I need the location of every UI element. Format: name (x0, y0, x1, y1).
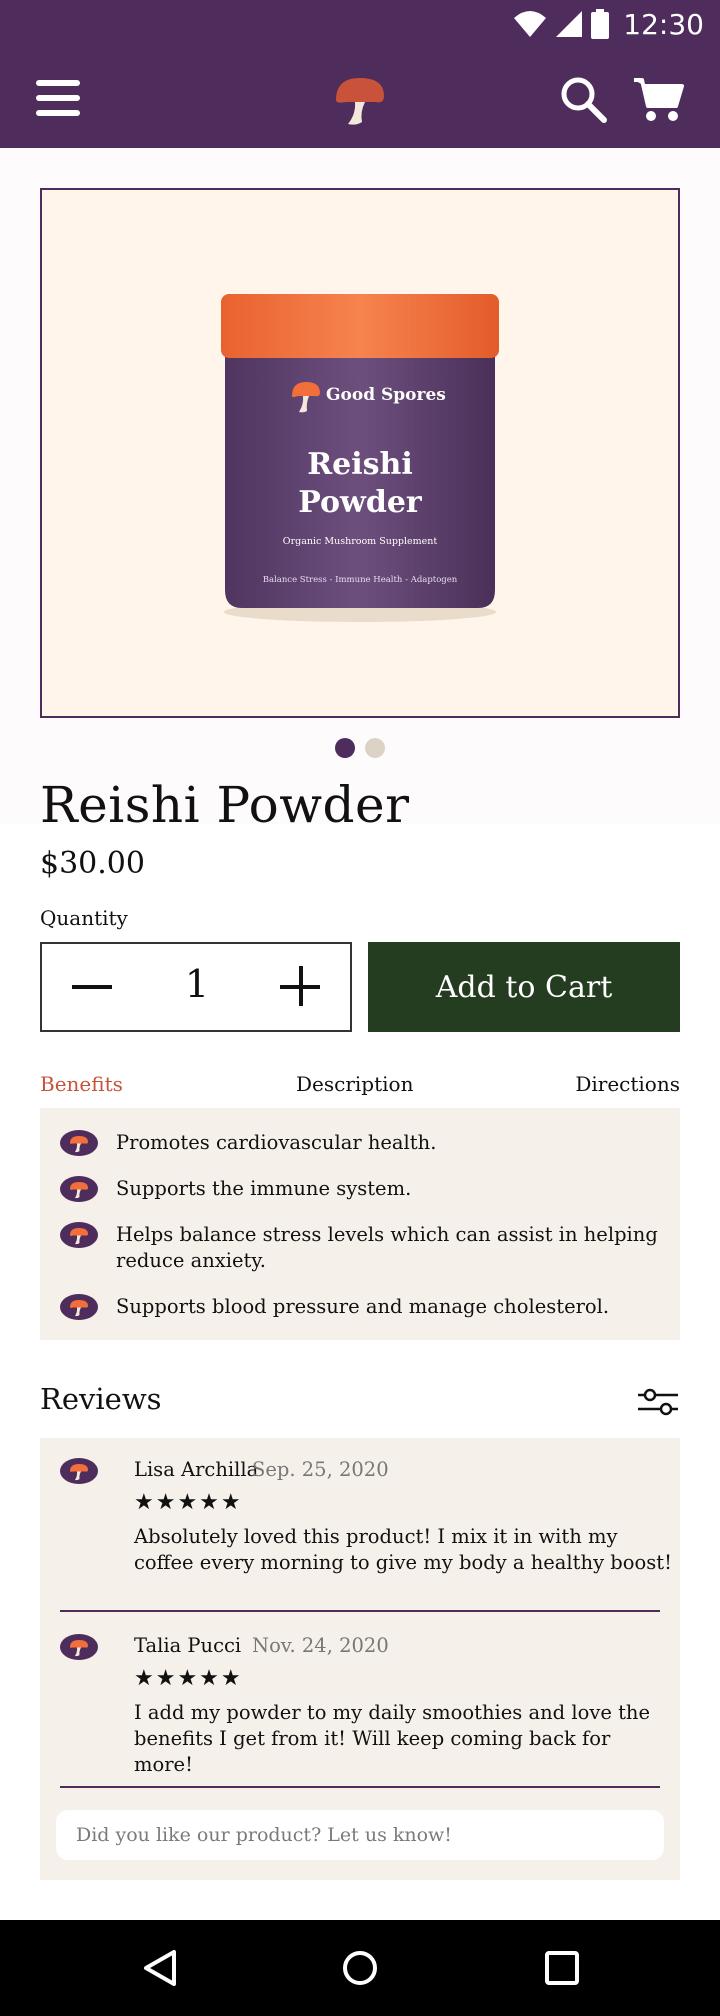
tab-benefits[interactable]: Benefits (40, 1072, 123, 1096)
reviewer-avatar-icon (60, 1634, 98, 1660)
system-nav-bar (0, 1920, 720, 2016)
cellular-signal-icon (556, 11, 583, 37)
review-author: Lisa Archilla (134, 1458, 259, 1481)
quantity-stepper: 1 (40, 942, 352, 1032)
product-title: Reishi Powder (40, 776, 410, 834)
mushroom-badge-icon (60, 1176, 98, 1202)
review-rating-stars: ★★★★★ (134, 1490, 243, 1515)
filter-sliders-icon (638, 1388, 678, 1416)
jar-name-line2: Powder (298, 485, 423, 520)
review-date: Nov. 24, 2020 (252, 1634, 389, 1657)
reviews-heading: Reviews (40, 1382, 162, 1416)
app-bar (0, 48, 720, 148)
quantity-label: Quantity (40, 906, 128, 930)
jar-name-line1: Reishi (307, 447, 413, 482)
benefit-item: Helps balance stress levels which can as… (60, 1222, 660, 1274)
reviewer-avatar-icon (60, 1458, 98, 1484)
review-author: Talia Pucci (134, 1634, 242, 1657)
recents-icon[interactable] (542, 1948, 582, 1988)
tab-directions[interactable]: Directions (575, 1072, 680, 1096)
benefits-panel: Promotes cardiovascular health. Supports… (40, 1108, 680, 1340)
filter-button[interactable] (636, 1386, 680, 1418)
benefit-text: Helps balance stress levels which can as… (116, 1223, 658, 1272)
cart-icon (634, 78, 684, 121)
benefit-text: Promotes cardiovascular health. (116, 1131, 437, 1154)
jar-brand: Good Spores (326, 385, 446, 405)
quantity-increment-button[interactable] (278, 964, 324, 1010)
add-to-cart-button[interactable]: Add to Cart (368, 942, 680, 1032)
review-feedback-input[interactable] (56, 1810, 664, 1860)
status-bar: 12:30 (0, 0, 720, 48)
menu-button[interactable] (36, 74, 84, 122)
review-divider (60, 1786, 660, 1788)
mushroom-logo-icon[interactable] (332, 72, 388, 128)
info-tabs: Benefits Description Directions (40, 1072, 680, 1102)
review-text: I add my powder to my daily smoothies an… (134, 1701, 651, 1776)
quantity-decrement-button[interactable] (70, 964, 116, 1010)
benefit-item: Supports the immune system. (60, 1176, 660, 1202)
product-price: $30.00 (40, 846, 145, 881)
status-time: 12:30 (623, 7, 704, 41)
wifi-icon (514, 11, 547, 37)
battery-icon (591, 9, 610, 39)
mushroom-badge-icon (60, 1222, 98, 1248)
jar-tagline: Balance Stress - Immune Health - Adaptog… (263, 575, 458, 585)
mushroom-badge-icon (60, 1130, 98, 1156)
menu-icon (36, 80, 80, 86)
search-button[interactable] (558, 74, 608, 124)
review-rating-stars: ★★★★★ (134, 1666, 243, 1691)
back-icon[interactable] (140, 1948, 180, 1988)
review-date: Sep. 25, 2020 (252, 1458, 389, 1481)
mushroom-badge-icon (60, 1294, 98, 1320)
status-icons: 12:30 (513, 7, 704, 41)
review-text: Absolutely loved this product! I mix it … (134, 1525, 672, 1574)
benefit-text: Supports the immune system. (116, 1177, 412, 1200)
product-image[interactable]: Good Spores Reishi Powder Organic Mushro… (40, 188, 680, 718)
carousel-dots (0, 738, 720, 758)
jar-subtitle: Organic Mushroom Supplement (283, 536, 438, 547)
benefit-item: Supports blood pressure and manage chole… (60, 1294, 660, 1320)
product-jar-illustration: Good Spores Reishi Powder Organic Mushro… (221, 294, 499, 622)
quantity-value: 1 (184, 962, 210, 1006)
tab-description[interactable]: Description (296, 1072, 413, 1096)
review-divider (60, 1610, 660, 1612)
benefit-text: Supports blood pressure and manage chole… (116, 1295, 610, 1318)
benefit-item: Promotes cardiovascular health. (60, 1130, 660, 1156)
carousel-dot-active[interactable] (335, 738, 355, 758)
search-icon (561, 77, 607, 123)
cart-button[interactable] (632, 74, 684, 124)
carousel-dot[interactable] (365, 738, 385, 758)
home-icon[interactable] (340, 1948, 380, 1988)
